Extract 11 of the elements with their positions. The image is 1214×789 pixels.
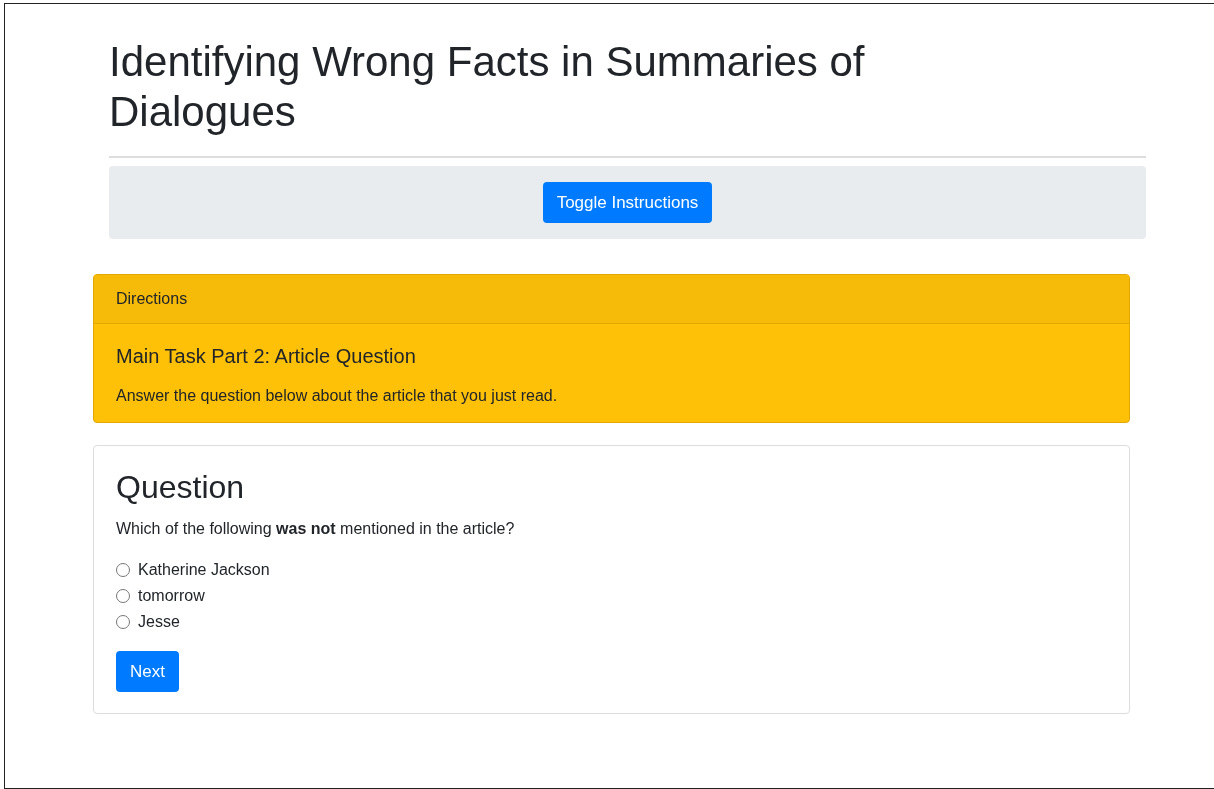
page-title: Identifying Wrong Facts in Summaries of Dialogues [109, 37, 866, 138]
directions-text: Answer the question below about the article that you just read. [116, 386, 559, 407]
option-label[interactable]: tomorrow [138, 583, 205, 608]
option-label[interactable]: Katherine Jackson [138, 557, 270, 582]
question-prompt: Which of the following was not mentioned in the article? [116, 518, 516, 539]
option-label[interactable]: Jesse [138, 609, 180, 634]
toggle-instructions-button[interactable]: Toggle Instructions [542, 181, 713, 224]
next-button[interactable]: Next [116, 650, 179, 693]
card-heading: Main Task Part 2: Article Question [116, 344, 417, 369]
card-header: Directions [116, 290, 188, 308]
question-heading: Question [116, 468, 246, 507]
